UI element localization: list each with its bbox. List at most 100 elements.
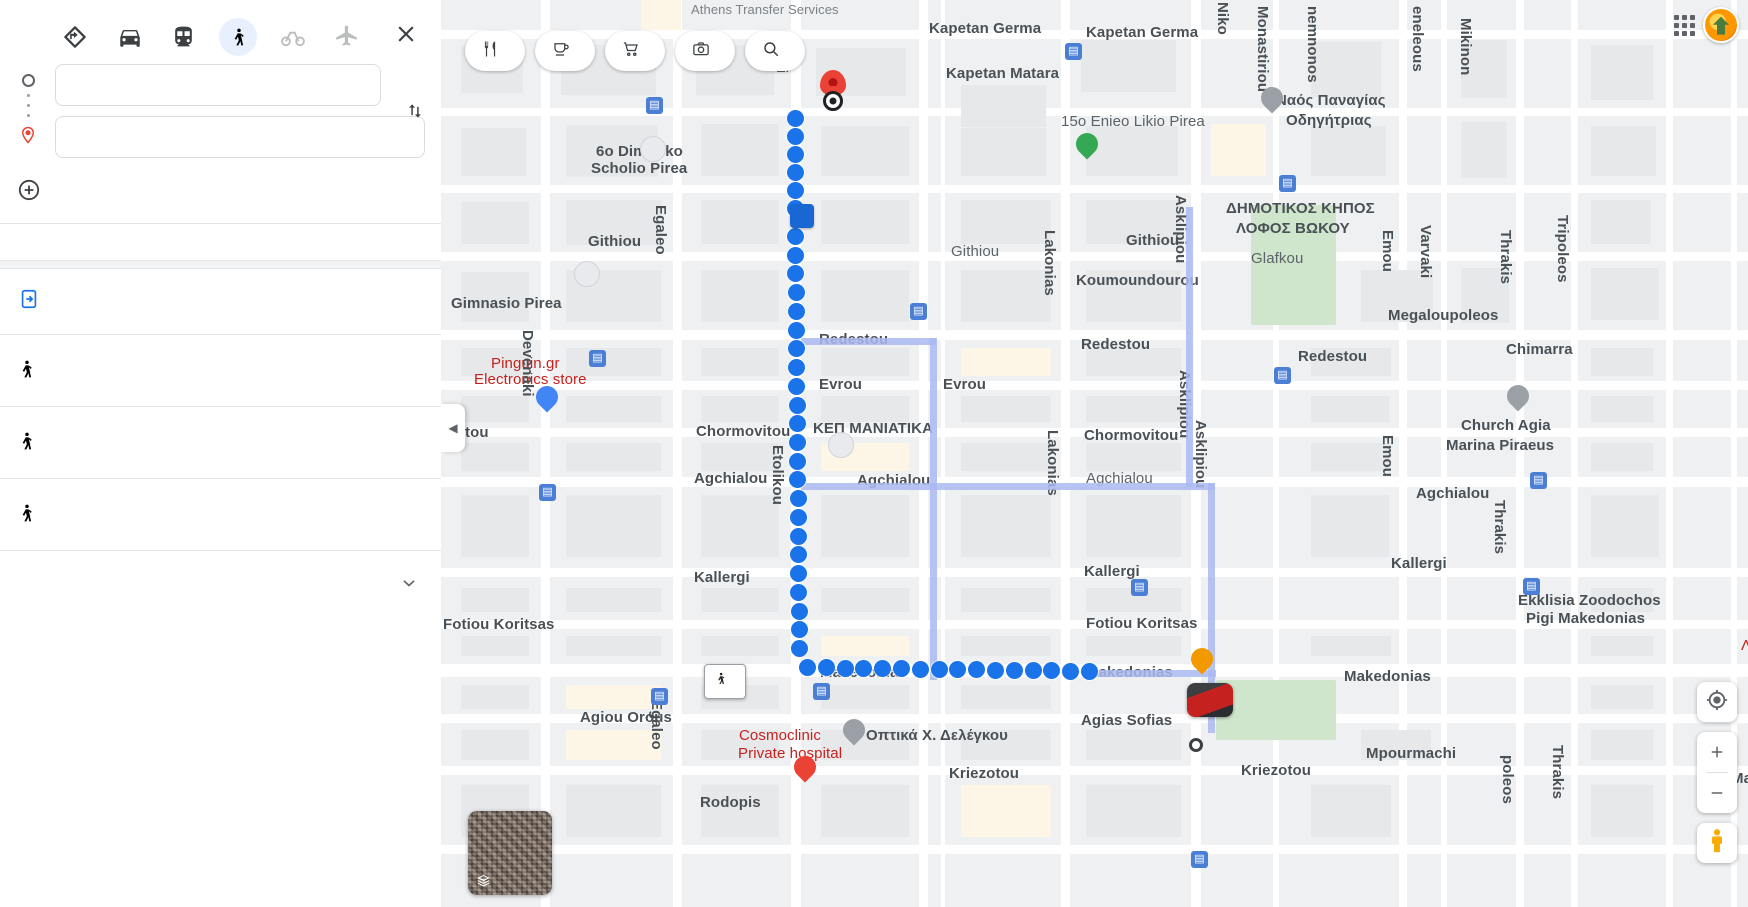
- zoom-in-button[interactable]: [1697, 732, 1737, 772]
- map-label-vertical: nemnonos: [1304, 6, 1321, 83]
- bicycle-icon: [274, 18, 312, 56]
- map-category-chips[interactable]: [465, 31, 805, 71]
- map-canvas[interactable]: Athens Transfer Services Kapetan Germa Kap…: [441, 0, 1748, 907]
- origin-vehicle-marker[interactable]: [1187, 683, 1233, 717]
- map-label-vertical: Niko: [1214, 2, 1231, 35]
- travel-mode-walking[interactable]: [211, 14, 265, 58]
- transit-station-icon[interactable]: ▤: [646, 97, 663, 114]
- account-avatar[interactable]: [1703, 7, 1739, 43]
- chevron-down-icon[interactable]: [399, 573, 419, 598]
- route-dot: [1062, 662, 1080, 680]
- transit-station-icon[interactable]: ▤: [1131, 579, 1148, 596]
- map-label-vertical: Etolikou: [769, 445, 786, 505]
- add-destination-button[interactable]: [0, 168, 425, 223]
- travel-mode-best[interactable]: [48, 14, 102, 58]
- destination-input[interactable]: [55, 116, 425, 158]
- coffee-icon: [552, 40, 570, 63]
- map-label: Fotiou Koritsas: [1086, 615, 1198, 632]
- alternate-route-line[interactable]: [930, 483, 1215, 490]
- transit-station-icon[interactable]: ▤: [1065, 43, 1082, 60]
- transit-station-icon[interactable]: ▤: [910, 303, 927, 320]
- chip-restaurants[interactable]: [465, 31, 525, 71]
- map-label: Koumoundourou: [1076, 272, 1199, 289]
- transit-station-icon[interactable]: ▤: [1530, 472, 1547, 489]
- map-label: ΔΗΜΟΤΙΚΟΣ ΚΗΠΟΣ: [1226, 200, 1375, 217]
- close-directions-button[interactable]: [386, 16, 425, 56]
- map-label-vertical: Egaleo: [648, 700, 665, 750]
- top-right-account-area[interactable]: [1674, 7, 1739, 43]
- transit-station-icon[interactable]: ▤: [813, 683, 830, 700]
- alternate-route-line[interactable]: [1086, 670, 1216, 677]
- chip-coffee[interactable]: [535, 31, 595, 71]
- route-option-2[interactable]: [0, 407, 441, 478]
- transit-station-icon[interactable]: ▤: [589, 350, 606, 367]
- travel-mode-flights[interactable]: [320, 14, 374, 58]
- groceries-icon: [622, 40, 640, 63]
- transit-station-icon[interactable]: ▤: [651, 688, 668, 705]
- route-summary: [58, 498, 343, 531]
- map-label: Fotiou Koritsas: [443, 616, 555, 633]
- transit-station-icon[interactable]: ▤: [1274, 367, 1291, 384]
- map-label: Agias Sofias: [1081, 712, 1173, 729]
- map-label-vertical: eneleous: [1409, 6, 1426, 72]
- origin-field-row: [0, 64, 425, 106]
- map-controls[interactable]: [1697, 682, 1737, 863]
- travel-mode-driving[interactable]: [102, 14, 156, 58]
- transit-station-icon[interactable]: ▤: [539, 484, 556, 501]
- chip-things-to-do[interactable]: [675, 31, 735, 71]
- route-duration-bubble[interactable]: [704, 664, 746, 699]
- map-layers-button[interactable]: [468, 811, 552, 895]
- map-label: Ναός Παναγίας: [1276, 92, 1386, 109]
- poi-marker[interactable]: [640, 136, 666, 162]
- alternate-route-line[interactable]: [801, 483, 936, 490]
- metro-station-badge[interactable]: [790, 204, 814, 228]
- origin-circle-icon: [21, 74, 35, 87]
- route-dot: [787, 321, 805, 339]
- map-label: Kallergi: [1391, 555, 1447, 572]
- transit-station-icon[interactable]: ▤: [1279, 175, 1296, 192]
- route-start-marker[interactable]: [1189, 738, 1203, 752]
- panel-section-divider: [0, 260, 441, 269]
- collapse-panel-button[interactable]: ◀: [441, 404, 465, 452]
- origin-input[interactable]: [55, 64, 381, 106]
- chip-more[interactable]: [745, 31, 805, 71]
- map-label: Glafkou: [1251, 250, 1304, 267]
- map-label-vertical: Monastiriou: [1254, 6, 1271, 93]
- zoom-out-button[interactable]: [1697, 773, 1737, 813]
- my-location-button[interactable]: [1697, 682, 1737, 722]
- map-label-vertical: Thrakis: [1497, 230, 1514, 285]
- transit-station-icon[interactable]: ▤: [1523, 578, 1540, 595]
- elevation-summary-row[interactable]: [0, 551, 441, 620]
- route-option-1[interactable]: [0, 335, 441, 406]
- travel-mode-tabs[interactable]: [0, 0, 441, 58]
- street-view-pegman-button[interactable]: [1697, 823, 1737, 863]
- transit-station-icon[interactable]: ▤: [1191, 851, 1208, 868]
- zoom-controls[interactable]: [1697, 732, 1737, 813]
- route-summary: [58, 354, 343, 387]
- route-summary: [58, 426, 343, 459]
- send-to-phone-button[interactable]: [0, 269, 441, 334]
- poi-marker[interactable]: [828, 432, 854, 458]
- map-label: Athens Transfer Services: [691, 2, 839, 17]
- destination-pin-inner-dot: [828, 78, 838, 87]
- travel-mode-transit[interactable]: [157, 14, 211, 58]
- route-dot: [787, 164, 804, 181]
- airplane-icon: [328, 18, 366, 56]
- destination-target-icon[interactable]: [823, 91, 843, 111]
- route-option-3[interactable]: [0, 479, 441, 550]
- alternate-route-line[interactable]: [801, 338, 936, 345]
- route-dot: [836, 659, 854, 677]
- route-dot: [1005, 661, 1023, 679]
- map-label: ΚΕΠ ΜΑΝΙΑΤΙΚΑ: [813, 420, 934, 437]
- alternate-route-line[interactable]: [930, 338, 937, 680]
- google-apps-grid-icon[interactable]: [1674, 14, 1695, 36]
- swap-waypoints-button[interactable]: [395, 93, 435, 133]
- chip-groceries[interactable]: [605, 31, 665, 71]
- travel-mode-cycling[interactable]: [265, 14, 319, 58]
- alternate-route-line[interactable]: [1186, 207, 1193, 487]
- map-label: Οδηγήτριας: [1286, 112, 1372, 129]
- map-label: Λοιμωξιολογικό: [1741, 637, 1748, 654]
- route-dot: [1024, 662, 1042, 680]
- route-dot: [987, 661, 1004, 679]
- poi-marker[interactable]: [574, 261, 600, 287]
